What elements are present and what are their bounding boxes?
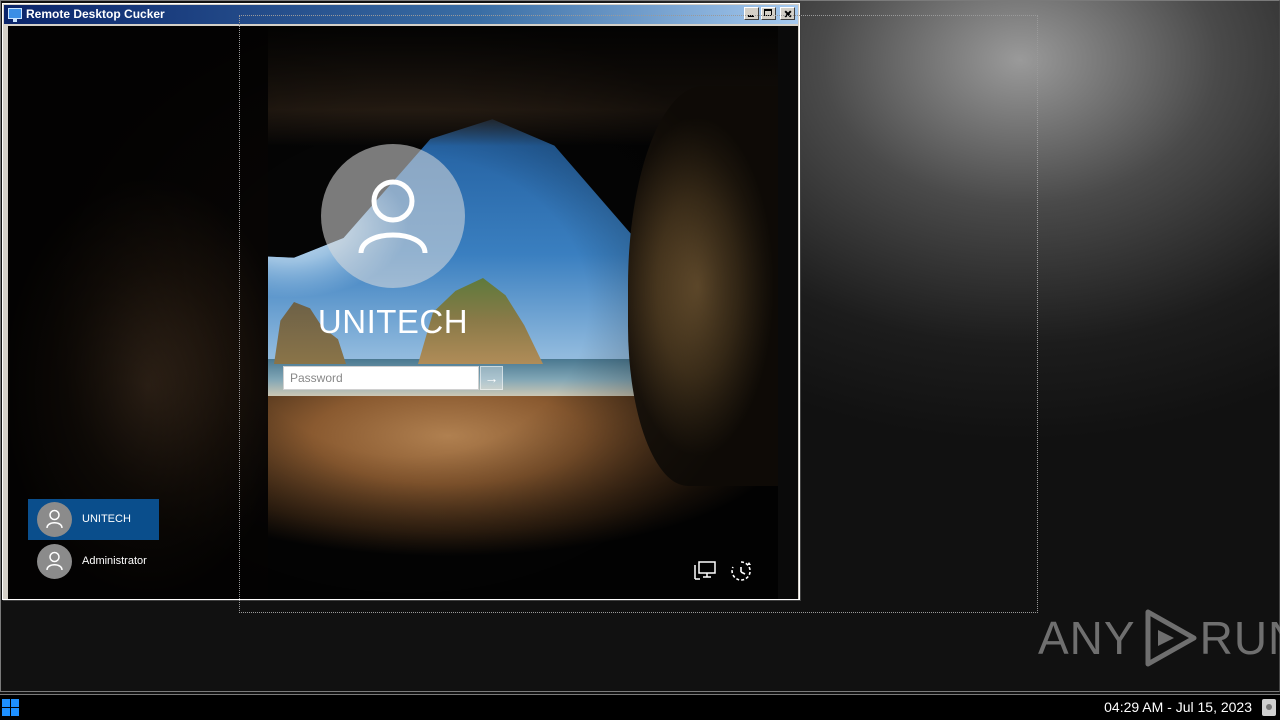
user-avatar [321, 144, 465, 288]
tray-icon[interactable] [1262, 699, 1276, 716]
login-username: UNITECH [317, 303, 469, 340]
anyrun-watermark: ANY RUN [1038, 608, 1280, 668]
minimize-button[interactable] [744, 7, 759, 20]
user-tile-unitech[interactable]: UNITECH [28, 499, 159, 540]
play-logo-icon [1145, 609, 1197, 667]
taskbar-clock[interactable]: 04:29 AM - Jul 15, 2023 [1104, 699, 1252, 715]
user-icon [46, 509, 63, 529]
window-titlebar[interactable]: Remote Desktop Cucker [4, 5, 798, 24]
remote-screen-margin [778, 26, 798, 599]
password-input[interactable] [283, 366, 479, 390]
desktop: Remote Desktop Cucker UNITECH → UNITECH … [0, 0, 1280, 694]
remote-desktop-icon [8, 8, 22, 22]
avatar [37, 502, 72, 537]
window-title: Remote Desktop Cucker [26, 7, 165, 21]
watermark-right: RUN [1199, 612, 1280, 664]
close-button[interactable] [780, 7, 795, 20]
start-button[interactable] [2, 699, 19, 716]
rdp-window: Remote Desktop Cucker UNITECH → UNITECH … [2, 3, 800, 600]
windows-logo-icon [2, 699, 10, 707]
avatar [37, 544, 72, 579]
submit-arrow-button[interactable]: → [480, 366, 503, 390]
taskbar: 04:29 AM - Jul 15, 2023 [0, 694, 1280, 720]
maximize-button[interactable] [761, 7, 776, 20]
user-list: UNITECH Administrator [28, 499, 159, 583]
user-icon [358, 179, 428, 254]
user-tile-label: UNITECH [82, 513, 131, 525]
network-icon[interactable] [693, 559, 717, 583]
user-icon [46, 551, 63, 571]
user-tile-administrator[interactable]: Administrator [28, 541, 159, 582]
user-tile-label: Administrator [82, 555, 147, 567]
watermark-left: ANY [1038, 612, 1136, 664]
ease-of-access-power-icon[interactable] [729, 559, 753, 583]
remote-screen[interactable]: UNITECH → UNITECH Administrator [8, 26, 778, 599]
